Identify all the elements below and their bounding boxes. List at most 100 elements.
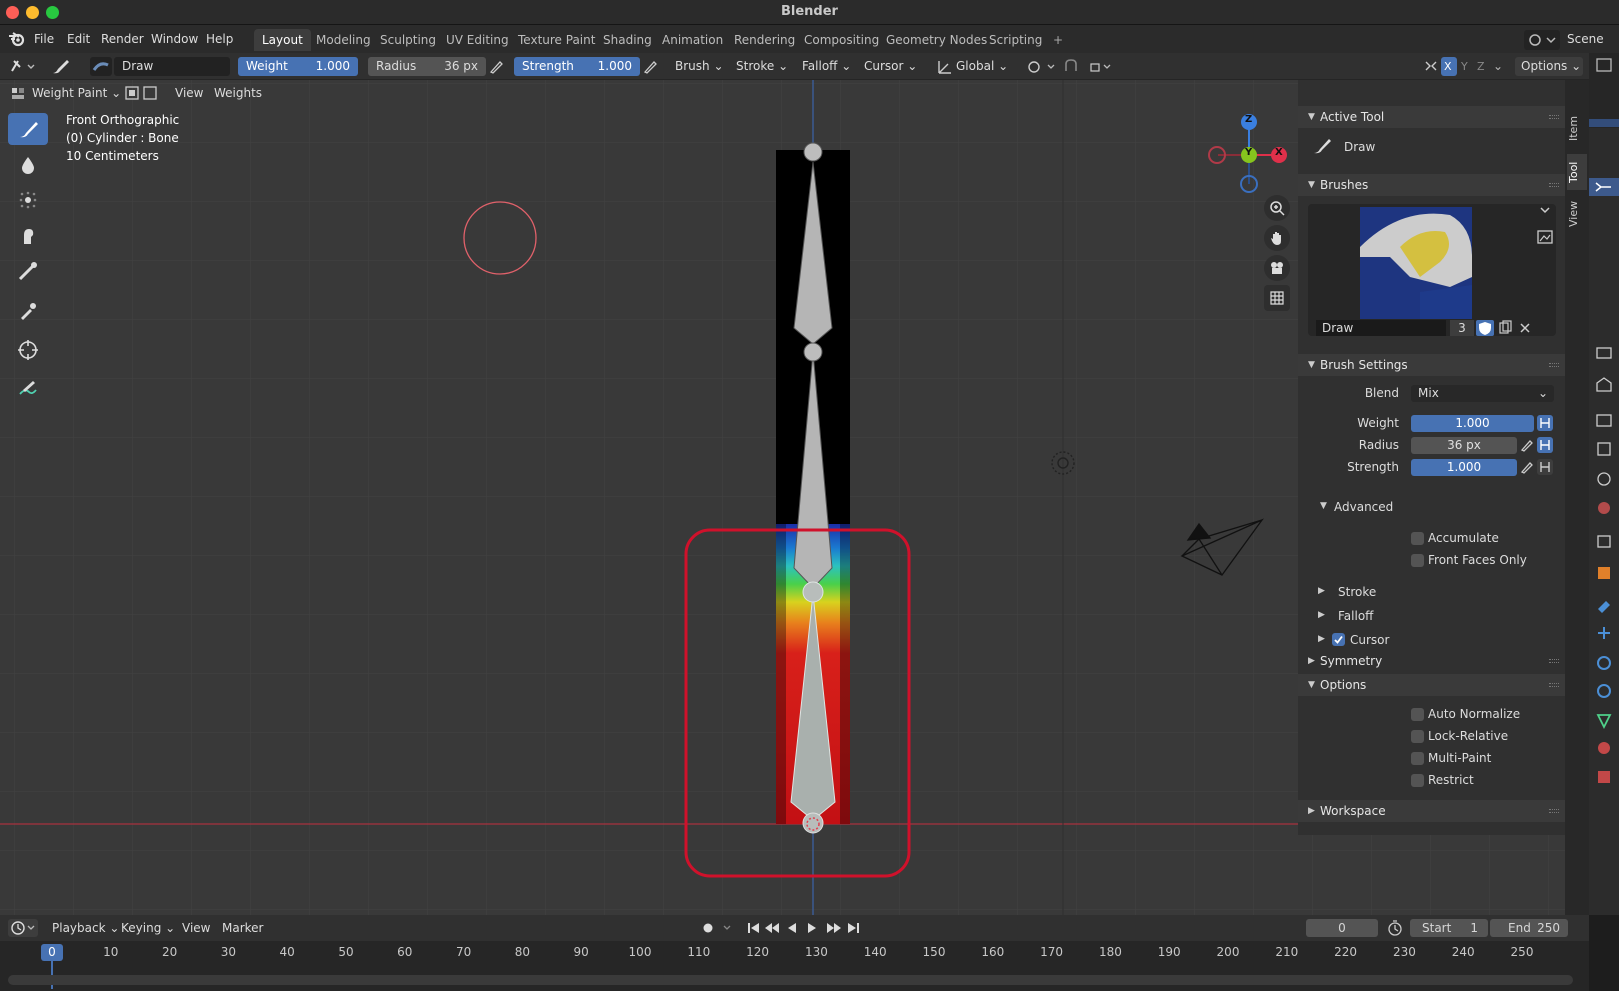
falloff-dropdown[interactable]: Falloff ⌄ — [802, 57, 851, 76]
viewport-menu-view[interactable]: View — [175, 83, 203, 103]
tab-animation[interactable]: Animation — [654, 29, 731, 51]
mirror-icon[interactable] — [1423, 58, 1439, 75]
options-panel-header[interactable]: ▼ Options — [1298, 674, 1565, 696]
multi-paint-checkbox[interactable] — [1411, 752, 1424, 765]
pan-hand-icon[interactable] — [1264, 225, 1290, 251]
strength-field[interactable]: 1.000 — [1411, 459, 1517, 476]
timeline-area[interactable]: 10 20 30 40 50 60 70 80 90 100 110 120 130 140 150 160 1… — [0, 941, 1589, 991]
average-tool-button[interactable] — [8, 184, 48, 216]
menu-edit[interactable]: Edit — [67, 32, 90, 46]
tab-uv-editing[interactable]: UV Editing — [438, 29, 517, 51]
cursor-checkbox[interactable] — [1332, 633, 1345, 646]
stopwatch-icon[interactable] — [1386, 919, 1404, 937]
sample-weight-tool-button[interactable] — [8, 295, 48, 327]
fake-user-shield-icon[interactable] — [1476, 320, 1494, 336]
pivot-icon[interactable] — [1026, 58, 1060, 75]
strength-unified-icon[interactable] — [1537, 459, 1553, 475]
tab-rendering[interactable]: Rendering — [726, 29, 803, 51]
brush-thumbnail[interactable] — [1360, 207, 1472, 319]
front-faces-only-checkbox[interactable] — [1411, 554, 1424, 567]
cursor-subpanel-header[interactable]: ▶ Cursor — [1318, 630, 1556, 650]
bone-joint[interactable] — [803, 342, 823, 362]
strength-pressure-icon[interactable] — [1519, 459, 1535, 475]
perspective-grid-icon[interactable] — [1264, 285, 1290, 311]
menu-file[interactable]: File — [34, 32, 54, 46]
timeline-view-menu[interactable]: View — [182, 919, 210, 938]
tab-tool[interactable]: Tool — [1567, 154, 1587, 190]
radius-pressure-icon[interactable] — [1519, 437, 1535, 453]
tab-layout[interactable]: Layout — [254, 29, 311, 51]
playback-menu[interactable]: Playback ⌄ — [52, 919, 119, 938]
tab-modeling[interactable]: Modeling — [308, 29, 379, 51]
weight-field[interactable]: 1.000 — [1411, 415, 1534, 432]
draw-tool-button[interactable] — [8, 113, 48, 145]
bone-joint[interactable] — [803, 142, 823, 162]
annotate-tool-button[interactable] — [8, 334, 48, 366]
timeline-editor-type-icon[interactable] — [8, 919, 38, 937]
tab-compositing[interactable]: Compositing — [796, 29, 887, 51]
mirror-z-toggle[interactable]: Z — [1477, 57, 1485, 76]
strength-pressure-icon[interactable] — [642, 58, 658, 75]
brush-menu-chevron-icon[interactable] — [1536, 201, 1554, 219]
annotate-line-tool-button[interactable] — [8, 373, 48, 405]
menu-window[interactable]: Window — [151, 32, 198, 46]
blender-logo-icon[interactable] — [8, 31, 26, 50]
scene-name[interactable]: Scene — [1567, 32, 1604, 46]
brush-settings-panel-header[interactable]: ▼ Brush Settings — [1298, 354, 1565, 376]
falloff-subpanel-header[interactable]: ▶ Falloff — [1318, 606, 1556, 626]
blend-dropdown[interactable]: Mix ⌄ — [1411, 385, 1554, 402]
mirror-options-chevron-icon[interactable]: ⌄ — [1493, 57, 1503, 76]
brush-users-count[interactable]: 3 — [1450, 320, 1474, 336]
auto-normalize-checkbox[interactable] — [1411, 708, 1424, 721]
record-keyframe-icon[interactable] — [698, 919, 738, 937]
duplicate-brush-icon[interactable] — [1496, 320, 1514, 336]
start-frame-field[interactable]: Start 1 — [1410, 919, 1488, 937]
viewport-menu-weights[interactable]: Weights — [214, 83, 262, 103]
brush-image-icon[interactable] — [1536, 228, 1554, 246]
timeline-scrollbar[interactable] — [8, 975, 1573, 985]
weight-paint-mode-icon[interactable] — [10, 83, 28, 103]
menu-help[interactable]: Help — [206, 32, 233, 46]
brush-preview-icon[interactable] — [90, 57, 112, 76]
blur-tool-button[interactable] — [8, 149, 48, 181]
snap-icon[interactable] — [1062, 58, 1084, 75]
tab-scripting[interactable]: Scripting — [981, 29, 1050, 51]
brush-preview-area[interactable]: Draw 3 — [1308, 204, 1556, 336]
stroke-dropdown[interactable]: Stroke ⌄ — [736, 57, 788, 76]
radius-unified-icon[interactable] — [1537, 437, 1553, 453]
advanced-subpanel-header[interactable]: ▼ Advanced — [1308, 496, 1556, 518]
tab-texture-paint[interactable]: Texture Paint — [510, 29, 603, 51]
strength-slider[interactable]: Strength 1.000 — [514, 57, 640, 76]
accumulate-checkbox[interactable] — [1411, 532, 1424, 545]
gradient-tool-button[interactable] — [8, 255, 48, 287]
camera-view-icon[interactable] — [1264, 255, 1290, 281]
orientation-dropdown[interactable]: Global ⌄ — [956, 57, 1008, 76]
keying-menu[interactable]: Keying ⌄ — [121, 919, 175, 938]
brush-tool-icon[interactable] — [50, 57, 72, 76]
current-frame-field[interactable]: 0 — [1306, 919, 1378, 937]
menu-render[interactable]: Render — [101, 32, 144, 46]
transform-orientation-icon[interactable] — [937, 58, 953, 75]
tab-item[interactable]: Item — [1567, 110, 1587, 146]
mirror-x-toggle[interactable]: X — [1441, 57, 1457, 76]
workspace-panel-header[interactable]: ▶ Workspace — [1298, 800, 1565, 822]
brush-dropdown[interactable]: Brush ⌄ — [675, 57, 724, 76]
brushes-panel-header[interactable]: ▼ Brushes — [1298, 174, 1565, 196]
tab-shading[interactable]: Shading — [595, 29, 660, 51]
bone-data-icon[interactable] — [1589, 178, 1619, 196]
add-workspace-button[interactable]: + — [1045, 29, 1071, 51]
scene-selector-icon[interactable] — [1524, 30, 1560, 50]
weight-slider[interactable]: Weight 1.000 — [238, 57, 358, 76]
radius-pressure-icon[interactable] — [488, 58, 504, 75]
marker-menu[interactable]: Marker — [222, 919, 263, 938]
weight-unified-icon[interactable] — [1537, 415, 1553, 431]
tab-geometry-nodes[interactable]: Geometry Nodes — [878, 29, 995, 51]
mirror-y-toggle[interactable]: Y — [1461, 57, 1468, 76]
snap-target-icon[interactable] — [1088, 58, 1114, 75]
tab-view[interactable]: View — [1567, 196, 1587, 232]
active-tool-panel-header[interactable]: ▼ Active Tool — [1298, 106, 1565, 128]
bone-joint[interactable] — [802, 581, 824, 603]
playback-controls[interactable] — [744, 919, 866, 937]
brush-name-field[interactable]: Draw — [114, 57, 230, 76]
smear-tool-button[interactable] — [8, 220, 48, 252]
